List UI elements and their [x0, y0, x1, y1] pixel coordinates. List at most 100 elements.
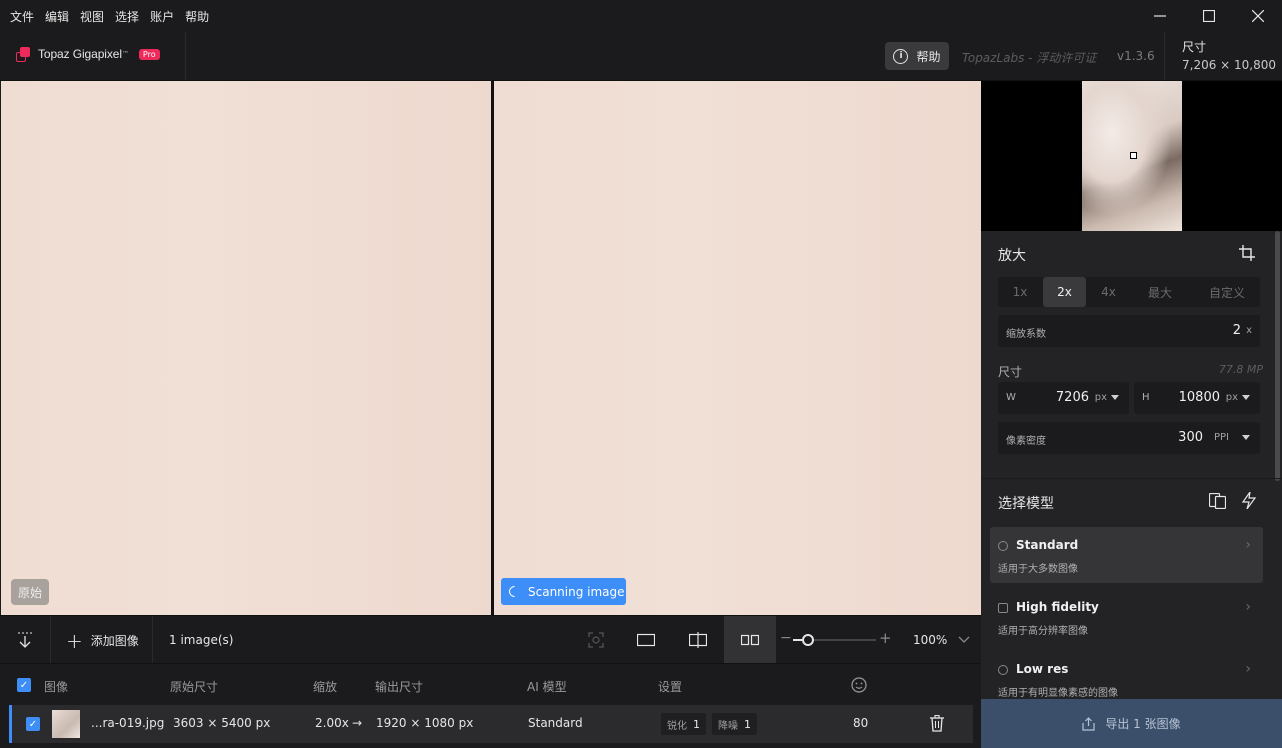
collapse-button[interactable]: [10, 616, 40, 664]
menu-account[interactable]: 账户: [150, 8, 174, 25]
denoise-value: 1: [744, 717, 751, 731]
preview-area: 原始 Scanning image: [0, 81, 981, 615]
navigator-viewport-marker[interactable]: [1130, 152, 1137, 159]
height-field[interactable]: H 10800 px: [1134, 382, 1260, 414]
chevron-right-icon: ›: [1245, 599, 1251, 615]
add-image-button[interactable]: + 添加图像: [66, 628, 139, 653]
crop-icon[interactable]: [1239, 245, 1255, 261]
chevron-down-icon[interactable]: [1111, 395, 1119, 400]
spinner-icon: [506, 583, 523, 600]
globe-icon: [998, 541, 1008, 551]
help-button[interactable]: i 帮助: [885, 42, 949, 70]
single-view-button[interactable]: [632, 616, 660, 664]
model-name: High fidelity: [1016, 600, 1099, 614]
license-text: TopazLabs - 浮动许可证: [962, 51, 1097, 65]
toolbar-divider: [50, 616, 51, 664]
scale-max[interactable]: 最大: [1138, 277, 1182, 307]
col-settings: 设置: [658, 680, 683, 694]
ppi-label: 像素密度: [1006, 436, 1046, 447]
topaz-logo-icon: [16, 47, 30, 62]
menu-select[interactable]: 选择: [115, 8, 139, 25]
original-badge: 原始: [11, 579, 49, 605]
model-desc: 适用于大多数图像: [998, 564, 1078, 575]
model-name: Standard: [1016, 538, 1079, 552]
row-out-size: 1920 × 1080 px: [376, 716, 474, 730]
bottom-toolbar: + 添加图像 1 image(s) − + 100%: [0, 615, 981, 664]
download-arrow-icon: [18, 632, 32, 648]
menu-view[interactable]: 视图: [80, 8, 104, 25]
minimize-button[interactable]: [1135, 0, 1184, 32]
compare-models-icon[interactable]: [1209, 493, 1226, 509]
model-title: 选择模型: [998, 496, 1054, 512]
export-icon: [1082, 716, 1095, 731]
scale-4x[interactable]: 4x: [1087, 277, 1130, 307]
lightning-icon[interactable]: [1242, 492, 1256, 509]
scanning-badge: Scanning image: [501, 578, 626, 605]
row-thumbnail: [52, 710, 80, 738]
menu-bar: 文件 编辑 视图 选择 账户 帮助: [0, 0, 1282, 32]
side-by-side-view-button-icon-wrap: [736, 616, 764, 664]
width-field[interactable]: W 7206 px: [998, 382, 1129, 414]
focus-button[interactable]: [583, 616, 609, 664]
menu-help[interactable]: 帮助: [185, 8, 209, 25]
toolbar-divider: [152, 616, 153, 664]
info-icon: i: [893, 48, 909, 64]
zoom-percent: 100%: [913, 633, 948, 647]
split-view-button[interactable]: [684, 616, 712, 664]
image-count: 1 image(s): [169, 633, 234, 647]
export-label: 导出 1 张图像: [1105, 717, 1181, 731]
navigator: [981, 81, 1282, 231]
scale-2x[interactable]: 2x: [1043, 277, 1086, 307]
table-row[interactable]: ✓ ...ra-019.jpg 3603 × 5400 px 2.00x → 1…: [9, 705, 973, 743]
row-filename: ...ra-019.jpg: [91, 716, 165, 730]
scale-custom[interactable]: 自定义: [1194, 277, 1260, 307]
maximize-icon: [1202, 10, 1215, 22]
original-pane[interactable]: [1, 81, 491, 615]
scale-factor-field[interactable]: 缩放系数 2 x: [998, 315, 1260, 347]
export-button[interactable]: 导出 1 张图像: [981, 699, 1282, 748]
sharpen-value: 1: [693, 717, 700, 731]
chevron-down-icon[interactable]: [1242, 395, 1250, 400]
zoom-slider-thumb[interactable]: [802, 634, 814, 646]
denoise-pill[interactable]: 降噪 1: [712, 713, 757, 735]
settings-panel: 放大 1x 2x 4x 最大 自定义 缩放系数 2 x 尺寸 77.8 MP W…: [981, 81, 1282, 748]
select-all-checkbox[interactable]: ✓: [17, 678, 31, 692]
chevron-down-icon[interactable]: [1242, 435, 1250, 440]
menu-file[interactable]: 文件: [10, 8, 34, 25]
dimensions-title: 尺寸: [998, 365, 1023, 379]
sharpen-pill[interactable]: 锐化 1: [661, 713, 706, 735]
zoom-in-icon[interactable]: +: [879, 629, 892, 647]
scanning-label: Scanning image: [528, 584, 625, 599]
minimize-icon: [1153, 15, 1166, 17]
close-icon: [1251, 10, 1264, 22]
maximize-button[interactable]: [1184, 0, 1233, 32]
size-label: 尺寸: [1182, 40, 1207, 54]
row-checkbox[interactable]: ✓: [26, 717, 40, 731]
height-label: H: [1142, 392, 1150, 403]
plus-icon: +: [66, 628, 83, 653]
denoise-label: 降噪: [718, 720, 738, 732]
scale-1x[interactable]: 1x: [998, 277, 1042, 307]
zoom-dropdown[interactable]: [956, 616, 972, 664]
model-standard[interactable]: Standard 适用于大多数图像 ›: [990, 527, 1263, 583]
processed-pane[interactable]: [494, 81, 981, 615]
version-text: v1.3.6: [1117, 49, 1155, 63]
col-orig-size: 原始尺寸: [170, 680, 219, 694]
delete-button[interactable]: [930, 714, 944, 736]
model-high-fidelity[interactable]: High fidelity 适用于高分辨率图像 ›: [990, 589, 1263, 645]
ppi-value: 300: [1178, 430, 1203, 445]
width-value: 7206: [1055, 390, 1089, 405]
height-unit: px: [1225, 392, 1238, 403]
zoom-out-icon[interactable]: −: [780, 630, 792, 646]
model-low-res[interactable]: Low res 适用于有明显像素感的图像 ›: [990, 651, 1263, 699]
col-out-size: 输出尺寸: [375, 680, 424, 694]
split-view-icon: [689, 632, 707, 648]
menu-edit[interactable]: 编辑: [45, 8, 69, 25]
col-image: 图像: [44, 680, 69, 694]
window-controls: [1135, 0, 1282, 32]
ppi-field[interactable]: 像素密度 300 PPI: [998, 422, 1260, 454]
trademark: ™: [121, 50, 129, 58]
ppi-unit: PPI: [1213, 432, 1229, 443]
close-button[interactable]: [1233, 0, 1282, 32]
panel-scrollbar[interactable]: [1275, 231, 1280, 481]
